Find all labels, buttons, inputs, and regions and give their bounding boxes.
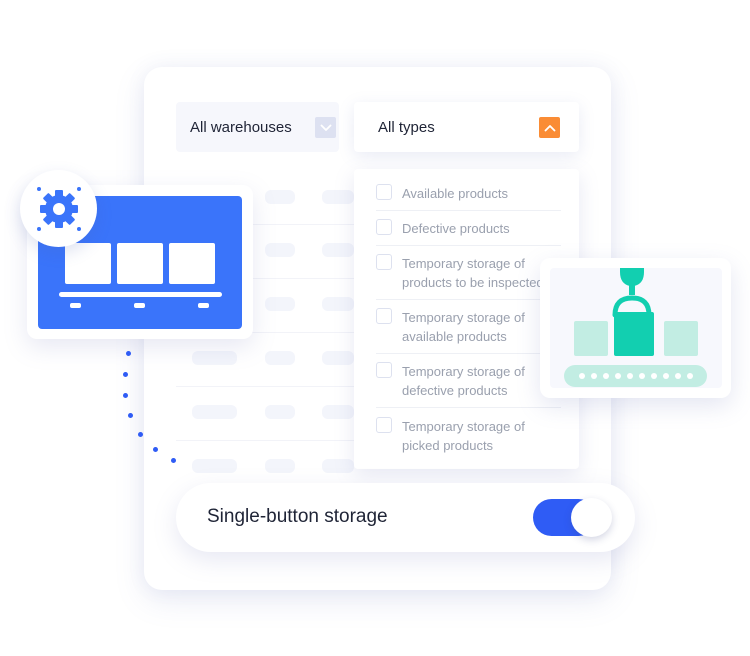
connector-dot — [153, 447, 158, 452]
chevron-up-icon[interactable] — [539, 117, 560, 138]
row-divider — [176, 440, 359, 441]
connector-dot — [126, 351, 131, 356]
option-divider — [376, 353, 561, 354]
row-divider — [176, 386, 359, 387]
placeholder-cell — [265, 190, 295, 204]
connector-dot — [123, 393, 128, 398]
placeholder-cell — [265, 405, 295, 419]
placeholder-cell — [265, 297, 295, 311]
type-option[interactable]: Temporary storage of picked products — [376, 417, 561, 455]
placeholder-cell — [192, 351, 237, 365]
warehouse-select[interactable]: All warehouses — [176, 102, 339, 152]
type-option[interactable]: Temporary storage of products to be insp… — [376, 254, 561, 292]
checkbox[interactable] — [376, 362, 392, 378]
chevron-down-icon[interactable] — [315, 117, 336, 138]
placeholder-cell — [322, 243, 354, 257]
type-select-label: All types — [378, 118, 435, 136]
connector-dot — [123, 372, 128, 377]
placeholder-cell — [322, 297, 354, 311]
single-button-storage-label: Single-button storage — [207, 506, 388, 527]
placeholder-cell — [322, 459, 354, 473]
checkbox[interactable] — [376, 417, 392, 433]
checkbox[interactable] — [376, 254, 392, 270]
placeholder-cell — [265, 351, 295, 365]
type-option[interactable]: Available products — [376, 184, 561, 203]
checkbox[interactable] — [376, 219, 392, 235]
single-button-storage-toggle[interactable] — [533, 498, 613, 537]
connector-dot — [138, 432, 143, 437]
type-option-label: Temporary storage of picked products — [402, 419, 525, 453]
connector-dot — [128, 413, 133, 418]
option-divider — [376, 245, 561, 246]
robot-arm-conveyor-icon — [550, 268, 722, 388]
placeholder-cell — [322, 405, 354, 419]
connector-dot — [171, 458, 176, 463]
checkbox[interactable] — [376, 308, 392, 324]
type-option-label: Temporary storage of products to be insp… — [402, 256, 544, 290]
placeholder-cell — [322, 190, 354, 204]
type-select[interactable]: All types — [354, 102, 579, 152]
option-divider — [376, 299, 561, 300]
toggle-knob[interactable] — [571, 498, 612, 537]
type-option[interactable]: Temporary storage of available products — [376, 308, 561, 346]
placeholder-cell — [192, 459, 237, 473]
placeholder-cell — [265, 243, 295, 257]
type-option-label: Temporary storage of defective products — [402, 364, 525, 398]
option-divider — [376, 407, 561, 408]
type-option-label: Defective products — [402, 221, 510, 236]
type-option[interactable]: Defective products — [376, 219, 561, 238]
placeholder-cell — [265, 459, 295, 473]
option-divider — [376, 210, 561, 211]
checkbox[interactable] — [376, 184, 392, 200]
placeholder-cell — [192, 405, 237, 419]
type-option-label: Temporary storage of available products — [402, 310, 525, 344]
type-option-label: Available products — [402, 186, 508, 201]
warehouse-select-label: All warehouses — [190, 118, 292, 136]
type-option[interactable]: Temporary storage of defective products — [376, 362, 561, 400]
placeholder-cell — [322, 351, 354, 365]
gear-icon — [20, 170, 97, 247]
